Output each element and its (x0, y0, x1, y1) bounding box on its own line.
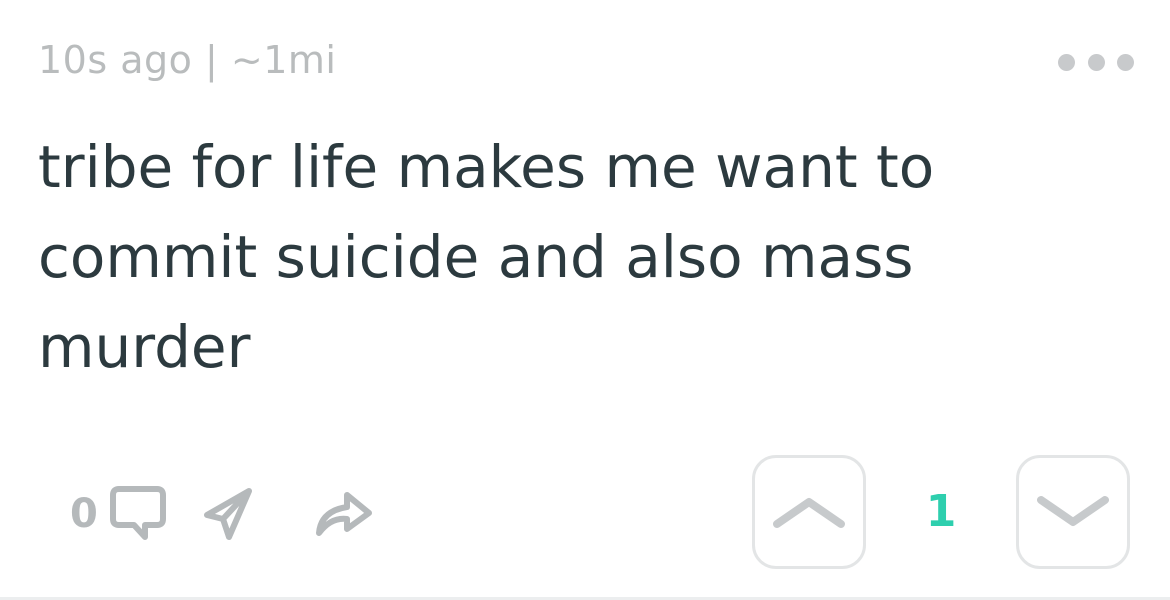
post-meta: 10s ago | ~1mi (38, 36, 336, 84)
chevron-down-icon (1037, 496, 1109, 526)
chevron-up-icon (773, 498, 845, 528)
post-text-line: commit suicide and also mass (38, 223, 914, 291)
more-dots-icon (1117, 53, 1134, 71)
post-card: 10s ago | ~1mi tribe for life makes me w… (0, 0, 1170, 600)
more-dots-icon (1058, 53, 1075, 71)
post-body: tribe for life makes me want to commit s… (38, 122, 1038, 392)
downvote-button[interactable] (1016, 455, 1130, 569)
share-button[interactable] (312, 482, 376, 546)
more-options-button[interactable] (1058, 48, 1134, 76)
post-time: 10s ago (38, 38, 193, 82)
post-actions: 0 (70, 482, 376, 546)
comment-button[interactable] (106, 482, 170, 546)
vote-score: 1 (925, 486, 957, 537)
send-paper-plane-icon (203, 488, 252, 540)
post-text-line: murder (38, 313, 251, 381)
comment-bubble-icon (109, 486, 166, 540)
upvote-button[interactable] (752, 455, 866, 569)
post-text-line: tribe for life makes me want to (38, 133, 935, 201)
post-distance: ~1mi (230, 38, 337, 82)
send-button[interactable] (196, 482, 260, 546)
more-dots-icon (1087, 53, 1105, 71)
meta-separator: | (204, 38, 219, 82)
comment-count: 0 (70, 491, 98, 537)
share-arrow-icon (315, 492, 372, 536)
